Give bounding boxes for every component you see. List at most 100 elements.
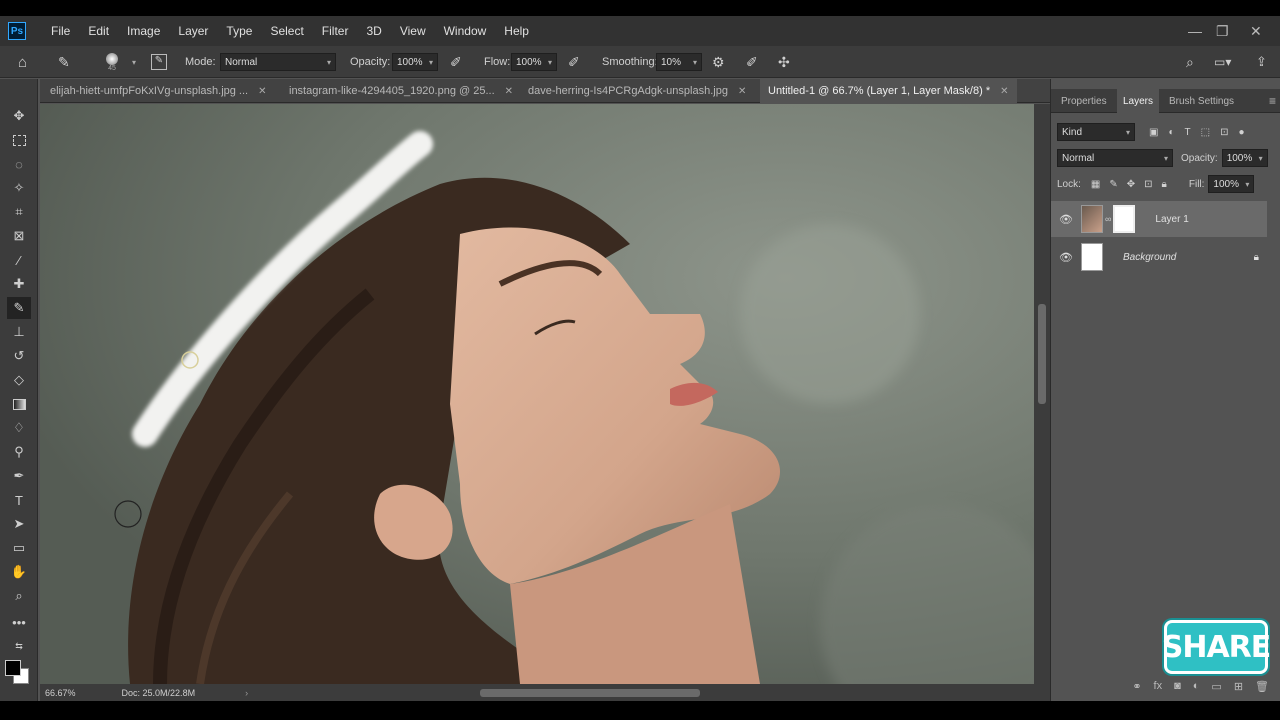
eyedropper-tool-icon[interactable]: ⁄ [7, 249, 31, 271]
move-tool-icon[interactable]: ✥ [7, 105, 31, 127]
opacity-input[interactable]: 100% ▾ [392, 53, 438, 71]
layer-style-icon[interactable]: fx [1154, 680, 1163, 692]
path-selection-tool-icon[interactable]: ➤ [7, 513, 31, 535]
tab-properties[interactable]: Properties [1055, 89, 1113, 113]
blend-mode-select[interactable]: Normal ▾ [1057, 149, 1173, 167]
history-brush-tool-icon[interactable]: ↺ [7, 345, 31, 367]
eye-icon[interactable]: 👁︎ [1051, 213, 1081, 226]
filter-toggle-icon[interactable]: ● [1238, 127, 1244, 138]
swap-colors-icon[interactable]: ⇆ [7, 635, 31, 657]
clone-stamp-tool-icon[interactable]: ⊥ [7, 321, 31, 343]
workspace-icon[interactable]: ▭▾ [1214, 46, 1231, 78]
close-icon[interactable]: ✕ [505, 86, 513, 97]
airbrush-icon[interactable]: ✐ [568, 46, 580, 78]
close-icon[interactable]: ✕ [258, 86, 266, 97]
menu-3d[interactable]: 3D [357, 24, 390, 38]
vertical-scrollbar[interactable] [1034, 104, 1050, 684]
document-canvas[interactable] [40, 104, 1034, 684]
mode-select[interactable]: Normal ▾ [220, 53, 336, 71]
lock-position-icon[interactable]: ✥ [1127, 179, 1135, 190]
home-icon[interactable]: ⌂ [18, 46, 27, 78]
lock-artboard-icon[interactable]: ⊡ [1144, 179, 1152, 190]
layer-name[interactable]: Layer 1 [1155, 214, 1188, 225]
lock-transparent-icon[interactable]: ▦ [1091, 179, 1100, 190]
menu-select[interactable]: Select [261, 24, 312, 38]
panel-menu-icon[interactable]: ≡ [1263, 89, 1280, 113]
menu-type[interactable]: Type [217, 24, 261, 38]
tab-untitled-1[interactable]: Untitled-1 @ 66.7% (Layer 1, Layer Mask/… [760, 79, 1017, 103]
blur-tool-icon[interactable]: ♢ [7, 417, 31, 439]
share-export-icon[interactable]: ⇪ [1256, 46, 1267, 78]
filter-shape-icon[interactable]: ⬚ [1201, 127, 1210, 138]
link-layers-icon[interactable]: ⚭ [1132, 680, 1141, 693]
menu-file[interactable]: File [42, 24, 79, 38]
gradient-tool-icon[interactable] [7, 393, 31, 415]
brush-picker-caret-icon[interactable]: ▾ [132, 46, 136, 78]
filter-smart-object-icon[interactable]: ⊡ [1220, 127, 1228, 138]
restore-button[interactable]: ❐ [1216, 16, 1229, 46]
layer-filter-select[interactable]: Kind ▾ [1057, 123, 1135, 141]
vertical-scroll-thumb[interactable] [1038, 304, 1046, 404]
menu-filter[interactable]: Filter [313, 24, 358, 38]
close-window-button[interactable]: ✕ [1250, 16, 1262, 46]
minimize-button[interactable]: — [1188, 16, 1202, 46]
add-mask-icon[interactable]: ◙ [1174, 680, 1181, 692]
hand-tool-icon[interactable]: ✋ [7, 561, 31, 583]
brush-tool-icon[interactable]: ✎ [7, 297, 31, 319]
pressure-size-icon[interactable]: ✐ [746, 46, 758, 78]
menu-help[interactable]: Help [495, 24, 538, 38]
eraser-tool-icon[interactable]: ◇ [7, 369, 31, 391]
gear-icon[interactable]: ⚙ [712, 46, 725, 78]
menu-window[interactable]: Window [435, 24, 496, 38]
type-tool-icon[interactable]: T [7, 489, 31, 511]
filter-adjustment-icon[interactable]: ◐ [1168, 127, 1174, 138]
crop-tool-icon[interactable]: ⌗ [7, 201, 31, 223]
fill-input[interactable]: 100% ▾ [1208, 175, 1255, 193]
tab-layers[interactable]: Layers [1117, 89, 1160, 113]
brush-tool-preset-icon[interactable]: ✎ [58, 46, 70, 78]
tab-dave-herring[interactable]: dave-herring-Is4PCRgAdgk-unsplash.jpg ✕ [520, 79, 754, 103]
layer-row-background[interactable]: 👁︎ Background 🔒︎ [1051, 239, 1267, 275]
layer-row-layer-1[interactable]: 👁︎ ∞ Layer 1 [1051, 201, 1267, 237]
flow-input[interactable]: 100% ▾ [511, 53, 557, 71]
quick-selection-tool-icon[interactable]: ✧ [7, 177, 31, 199]
close-icon[interactable]: ✕ [738, 86, 746, 97]
more-tools-icon[interactable]: ••• [7, 611, 31, 633]
dodge-tool-icon[interactable]: ⚲ [7, 441, 31, 463]
adjustment-layer-icon[interactable]: ◐ [1193, 680, 1200, 692]
tab-instagram-like[interactable]: instagram-like-4294405_1920.png @ 25... ✕ [281, 79, 521, 103]
tab-elijah-hiett[interactable]: elijah-hiett-umfpFoKxIVg-unsplash.jpg ..… [42, 79, 275, 103]
zoom-level[interactable]: 66.67% [45, 688, 76, 698]
rectangle-tool-icon[interactable]: ▭ [7, 537, 31, 559]
brush-settings-toggle-icon[interactable]: ✎ [151, 46, 167, 78]
lock-all-icon[interactable]: 🔒︎ [1162, 179, 1167, 190]
layer-name[interactable]: Background [1123, 252, 1176, 263]
trash-icon[interactable]: 🗑︎ [1255, 680, 1269, 693]
status-menu-arrow-icon[interactable]: › [245, 688, 248, 698]
zoom-tool-icon[interactable]: ⌕ [7, 585, 31, 607]
layer-opacity-input[interactable]: 100% ▾ [1221, 149, 1268, 167]
layer-mask-thumbnail[interactable] [1113, 205, 1136, 233]
healing-brush-tool-icon[interactable]: ✚ [7, 273, 31, 295]
horizontal-scroll-thumb[interactable] [480, 689, 700, 697]
smoothing-input[interactable]: 10% ▾ [656, 53, 702, 71]
foreground-color-swatch[interactable] [5, 660, 21, 676]
mask-link-icon[interactable]: ∞ [1105, 214, 1111, 224]
filter-type-icon[interactable]: T [1185, 127, 1191, 138]
pen-tool-icon[interactable]: ✒ [7, 465, 31, 487]
frame-tool-icon[interactable]: ⊠ [7, 225, 31, 247]
menu-image[interactable]: Image [118, 24, 169, 38]
symmetry-icon[interactable]: ✣ [778, 46, 790, 78]
search-icon[interactable]: ⌕ [1186, 46, 1194, 78]
new-layer-icon[interactable]: ⊞ [1234, 680, 1243, 693]
close-icon[interactable]: ✕ [1000, 86, 1008, 97]
new-group-icon[interactable]: ▭ [1211, 680, 1221, 693]
filter-pixel-icon[interactable]: ▣ [1149, 127, 1158, 138]
menu-edit[interactable]: Edit [79, 24, 118, 38]
lock-image-icon[interactable]: ✎ [1109, 179, 1117, 190]
tab-brush-settings[interactable]: Brush Settings [1163, 89, 1240, 113]
eye-icon[interactable]: 👁︎ [1051, 251, 1081, 264]
menu-view[interactable]: View [391, 24, 435, 38]
lasso-tool-icon[interactable]: ◌ [7, 153, 31, 175]
pressure-opacity-icon[interactable]: ✐ [450, 46, 462, 78]
